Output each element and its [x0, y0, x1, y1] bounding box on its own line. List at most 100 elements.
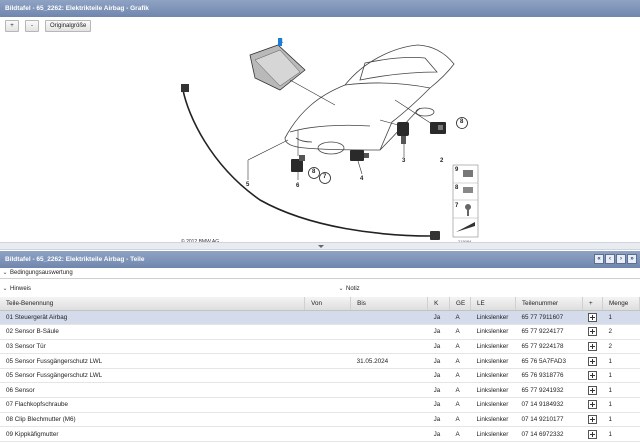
- add-to-cart-icon[interactable]: [588, 414, 598, 424]
- chevron-down-icon: ⌄: [2, 286, 8, 292]
- cell-von: [304, 339, 351, 355]
- cell-ge: A: [449, 353, 471, 369]
- cell-add: [582, 397, 603, 413]
- callout-5-label: 5: [246, 182, 250, 188]
- callout-8-label: 8: [312, 169, 316, 175]
- table-row[interactable]: 06 Sensor Ja A Linkslenker 65 77 9241932 1: [0, 382, 640, 399]
- prev-page-button[interactable]: ‹: [605, 254, 615, 264]
- cell-ge: A: [449, 339, 471, 355]
- cell-von: [304, 310, 351, 326]
- cell-name: 05 Sensor Fussgängerschutz LWL: [0, 353, 305, 369]
- add-to-cart-icon[interactable]: [588, 327, 598, 337]
- cell-bis: [350, 310, 428, 326]
- cell-add: [582, 324, 603, 340]
- side-label-8: 8: [455, 185, 459, 191]
- cell-qty: 1: [602, 426, 640, 442]
- column-header[interactable]: Teile-Benennung: [0, 297, 306, 311]
- column-header[interactable]: +: [582, 297, 603, 311]
- cell-ge: A: [449, 412, 471, 428]
- sensor-door-part: [397, 122, 409, 144]
- cell-k: Ja: [427, 353, 450, 369]
- cell-nr: 65 76 9318776: [515, 368, 583, 384]
- cell-le: Linkslenker: [470, 339, 516, 355]
- conditions-section[interactable]: ⌄ Bedingungsauswertung: [0, 268, 640, 279]
- add-to-cart-icon[interactable]: [588, 356, 598, 366]
- cell-von: [304, 382, 351, 399]
- cell-ge: A: [449, 324, 471, 340]
- cell-bis: [350, 382, 428, 399]
- cell-k: Ja: [427, 368, 450, 384]
- cell-bis: [350, 397, 428, 413]
- table-row[interactable]: 07 Flachkopfschraube Ja A Linkslenker 07 14 …: [0, 397, 640, 413]
- cell-nr: 07 14 9184932: [515, 397, 583, 413]
- side-label-9: 9: [455, 167, 459, 173]
- cell-k: Ja: [427, 412, 450, 428]
- column-header[interactable]: LE: [470, 297, 517, 311]
- cell-name: 05 Sensor Fussgängerschutz LWL: [0, 368, 305, 384]
- notes-section[interactable]: ⌄ Hinweis: [0, 286, 31, 292]
- small-parts-panel: [452, 164, 479, 238]
- table-header: Teile-Benennung Von Bis K GE LE Teilenummer + Me…: [0, 297, 640, 311]
- airbag-control-unit-part: [249, 38, 306, 91]
- table-row[interactable]: 09 Kippkäfigmutter Ja A Linkslenker 07 14 69…: [0, 426, 640, 442]
- callout-8b-label: 8: [460, 119, 464, 125]
- last-page-button[interactable]: »: [627, 254, 637, 264]
- cell-qty: 2: [602, 339, 640, 355]
- callout-4-label: 4: [360, 176, 364, 182]
- cell-add: [582, 353, 603, 369]
- sensor-front-part: [291, 155, 305, 172]
- notice-section[interactable]: ⌄ Notiz: [336, 284, 360, 295]
- table-row[interactable]: 08 Clip Blechmutter (M6) Ja A Linkslenker 07…: [0, 412, 640, 428]
- add-to-cart-icon[interactable]: [588, 341, 598, 351]
- cell-name: 07 Flachkopfschraube: [0, 397, 305, 413]
- add-to-cart-icon[interactable]: [588, 385, 598, 395]
- cell-add: [582, 310, 603, 326]
- first-page-button[interactable]: «: [594, 254, 604, 264]
- nav-buttons: « ‹ › »: [594, 254, 637, 264]
- collapse-arrow-icon[interactable]: [318, 245, 324, 248]
- cell-qty: 1: [602, 397, 640, 413]
- notice-label: Notiz: [346, 286, 360, 292]
- car-outline: [284, 44, 455, 155]
- cell-add: [582, 426, 603, 442]
- table-row[interactable]: 05 Sensor Fussgängerschutz LWL Ja A Linksle…: [0, 368, 640, 384]
- cell-von: [304, 353, 351, 369]
- cell-add: [582, 412, 603, 428]
- add-to-cart-icon[interactable]: [588, 371, 598, 381]
- column-header[interactable]: Von: [304, 297, 352, 311]
- cell-bis: [350, 426, 428, 442]
- add-to-cart-icon[interactable]: [588, 312, 598, 322]
- callout-7-label: 7: [323, 174, 327, 180]
- parts-panel-title-text: Bildtafel - 65_2262: Elektrikteile Airba…: [5, 256, 145, 263]
- cell-name: 02 Sensor B-Säule: [0, 324, 305, 340]
- column-header[interactable]: Teilenummer: [515, 297, 583, 311]
- cell-nr: 65 77 9241932: [515, 382, 583, 399]
- table-row[interactable]: 03 Sensor Tür Ja A Linkslenker 65 77 9224178…: [0, 339, 640, 355]
- cell-k: Ja: [427, 324, 450, 340]
- cell-name: 06 Sensor: [0, 382, 305, 399]
- cell-add: [582, 368, 603, 384]
- cell-qty: 2: [602, 324, 640, 340]
- cell-ge: A: [449, 382, 471, 399]
- cell-k: Ja: [427, 397, 450, 413]
- table-row[interactable]: 02 Sensor B-Säule Ja A Linkslenker 65 77 922…: [0, 324, 640, 340]
- column-header[interactable]: GE: [449, 297, 472, 311]
- next-page-button[interactable]: ›: [616, 254, 626, 264]
- cell-nr: 65 77 9224178: [515, 339, 583, 355]
- cell-le: Linkslenker: [470, 368, 516, 384]
- cell-le: Linkslenker: [470, 397, 516, 413]
- column-header[interactable]: Menge: [602, 297, 640, 311]
- add-to-cart-icon[interactable]: [588, 429, 598, 439]
- panel-splitter[interactable]: [0, 242, 640, 250]
- table-row[interactable]: 05 Sensor Fussgängerschutz LWL 31.05.2024…: [0, 353, 640, 369]
- cell-k: Ja: [427, 426, 450, 442]
- cell-bis: [350, 368, 428, 384]
- side-label-7: 7: [455, 203, 459, 209]
- table-row[interactable]: 01 Steuergerät Airbag Ja A Linkslenker 65 77…: [0, 310, 640, 326]
- cell-name: 09 Kippkäfigmutter: [0, 426, 305, 442]
- cell-nr: 65 76 5A7FAD3: [515, 353, 583, 369]
- add-to-cart-icon[interactable]: [588, 400, 598, 410]
- cell-name: 08 Clip Blechmutter (M6): [0, 412, 305, 428]
- column-header[interactable]: Bis: [350, 297, 429, 311]
- column-header[interactable]: K: [427, 297, 451, 311]
